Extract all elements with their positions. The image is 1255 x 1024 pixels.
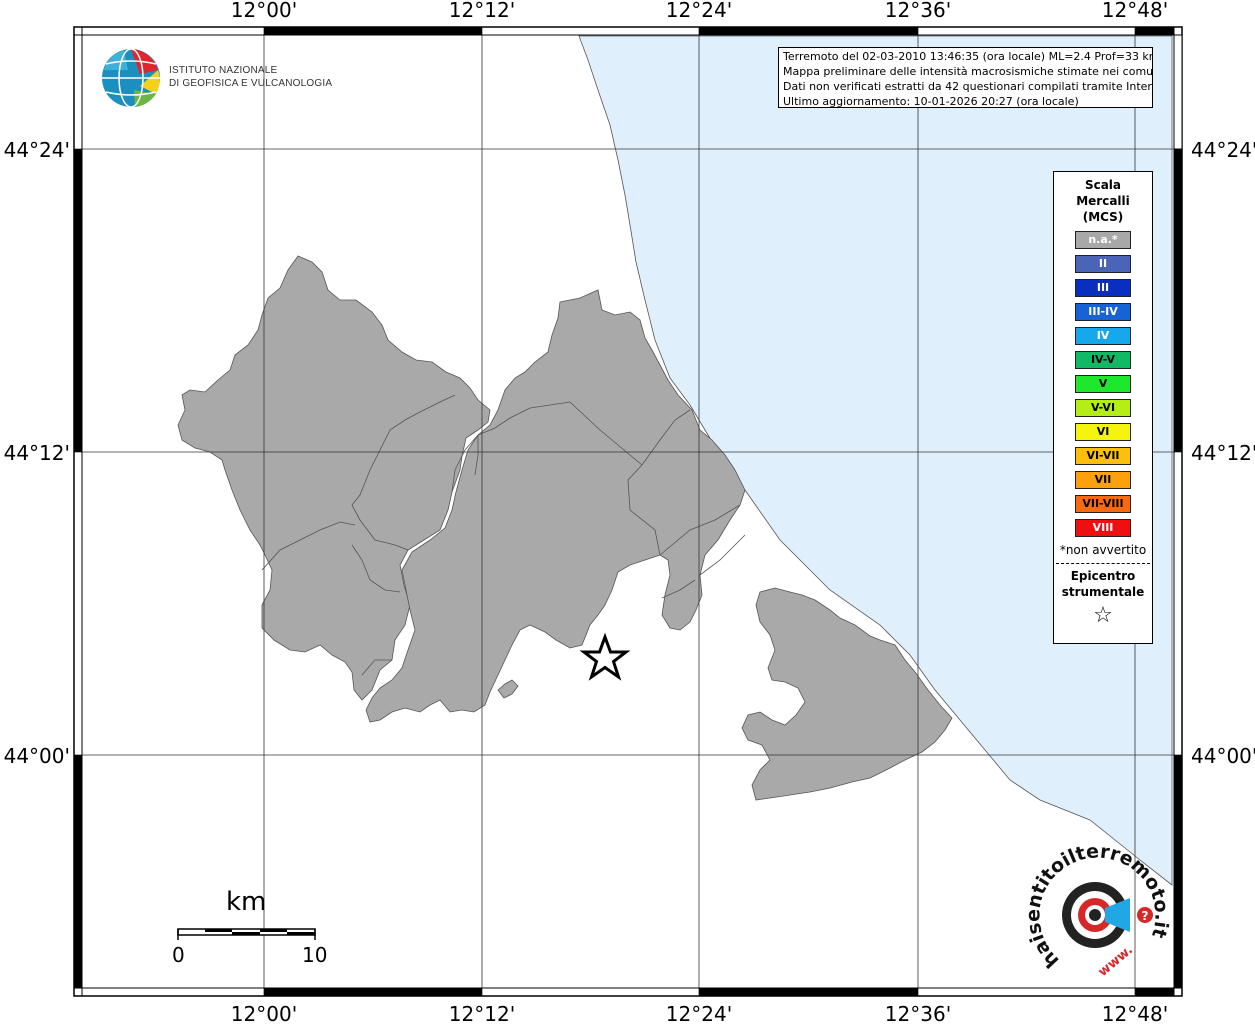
event-info-line: Dati non verificati estratti da 42 quest… (783, 80, 1153, 93)
intensity-legend: Scala Mercalli (MCS) n.a.* II III III-IV IV I… (1053, 171, 1153, 644)
event-info-line: Mappa preliminare delle intensità macros… (783, 65, 1153, 78)
lon-label: 12°48' (1102, 0, 1168, 22)
legend-title: Scala Mercalli (MCS) (1054, 177, 1152, 225)
latitude-labels-left: 44°24' 44°12' 44°00' (4, 138, 70, 768)
legend-epicenter-line: Epicentro (1070, 569, 1136, 583)
lon-label: 12°24' (666, 0, 732, 22)
lat-label: 44°24' (4, 138, 70, 162)
legend-swatch: IV (1075, 327, 1131, 345)
longitude-labels-top: 12°00' 12°12' 12°24' 12°36' 12°48' (231, 0, 1168, 22)
latitude-labels-right: 44°24' 44°12' 44°00' (1191, 138, 1255, 768)
legend-swatch: VII-VIII (1075, 495, 1131, 513)
legend-swatch: II (1075, 255, 1131, 273)
lon-label: 12°36' (885, 0, 951, 22)
ingv-name-line1: ISTITUTO NAZIONALE (169, 65, 278, 76)
legend-swatch: VII (1075, 471, 1131, 489)
lat-label: 44°24' (1191, 138, 1255, 162)
legend-swatch: III (1075, 279, 1131, 297)
ingv-globe-icon (102, 48, 160, 108)
legend-swatch: IV-V (1075, 351, 1131, 369)
lon-label: 12°24' (666, 1002, 732, 1024)
legend-title-line: Scala (1084, 178, 1122, 192)
legend-swatch: V-VI (1075, 399, 1131, 417)
ingv-logo-text: ISTITUTO NAZIONALE DI GEOFISICA E VULCAN… (169, 64, 332, 90)
lat-label: 44°12' (4, 441, 70, 465)
lon-label: 12°48' (1102, 1002, 1168, 1024)
legend-epicenter-line: strumentale (1061, 585, 1145, 599)
legend-epicenter-title: Epicentro strumentale (1054, 568, 1152, 600)
legend-title-line: Mercalli (1076, 194, 1130, 208)
legend-swatch: VI-VII (1075, 447, 1131, 465)
lat-label: 44°00' (1191, 744, 1255, 768)
legend-star-icon: ☆ (1093, 603, 1113, 628)
lon-label: 12°36' (885, 1002, 951, 1024)
lon-label: 12°00' (231, 0, 297, 22)
svg-text:?: ? (1142, 909, 1149, 923)
ingv-name-line2: DI GEOFISICA E VULCANOLOGIA (169, 78, 333, 89)
legend-swatch: VIII (1075, 519, 1131, 537)
lat-label: 44°12' (1191, 441, 1255, 465)
event-info-box: Terremoto del 02-03-2010 13:46:35 (ora l… (778, 47, 1153, 108)
lon-label: 12°12' (449, 1002, 515, 1024)
longitude-labels-bottom: 12°00' 12°12' 12°24' 12°36' 12°48' (231, 1002, 1168, 1024)
legend-swatch: III-IV (1075, 303, 1131, 321)
legend-swatches: n.a.* II III III-IV IV IV-V V V-VI VI VI-VII VII VI… (1054, 231, 1152, 537)
legend-swatch: VI (1075, 423, 1131, 441)
legend-na-note: *non avvertito (1059, 543, 1147, 557)
legend-separator (1056, 563, 1150, 564)
lon-label: 12°12' (449, 0, 515, 22)
lat-label: 44°00' (4, 744, 70, 768)
legend-swatch: n.a.* (1075, 231, 1131, 249)
scale-max-label: 10 (302, 943, 328, 967)
scale-min-label: 0 (172, 943, 185, 967)
event-info-line: Terremoto del 02-03-2010 13:46:35 (ora l… (783, 50, 1153, 63)
legend-title-line: (MCS) (1082, 210, 1124, 224)
event-info-line: Ultimo aggiornamento: 10-01-2026 20:27 (… (783, 95, 1079, 108)
lon-label: 12°00' (231, 1002, 297, 1024)
scale-unit: km (226, 887, 267, 917)
legend-swatch: V (1075, 375, 1131, 393)
